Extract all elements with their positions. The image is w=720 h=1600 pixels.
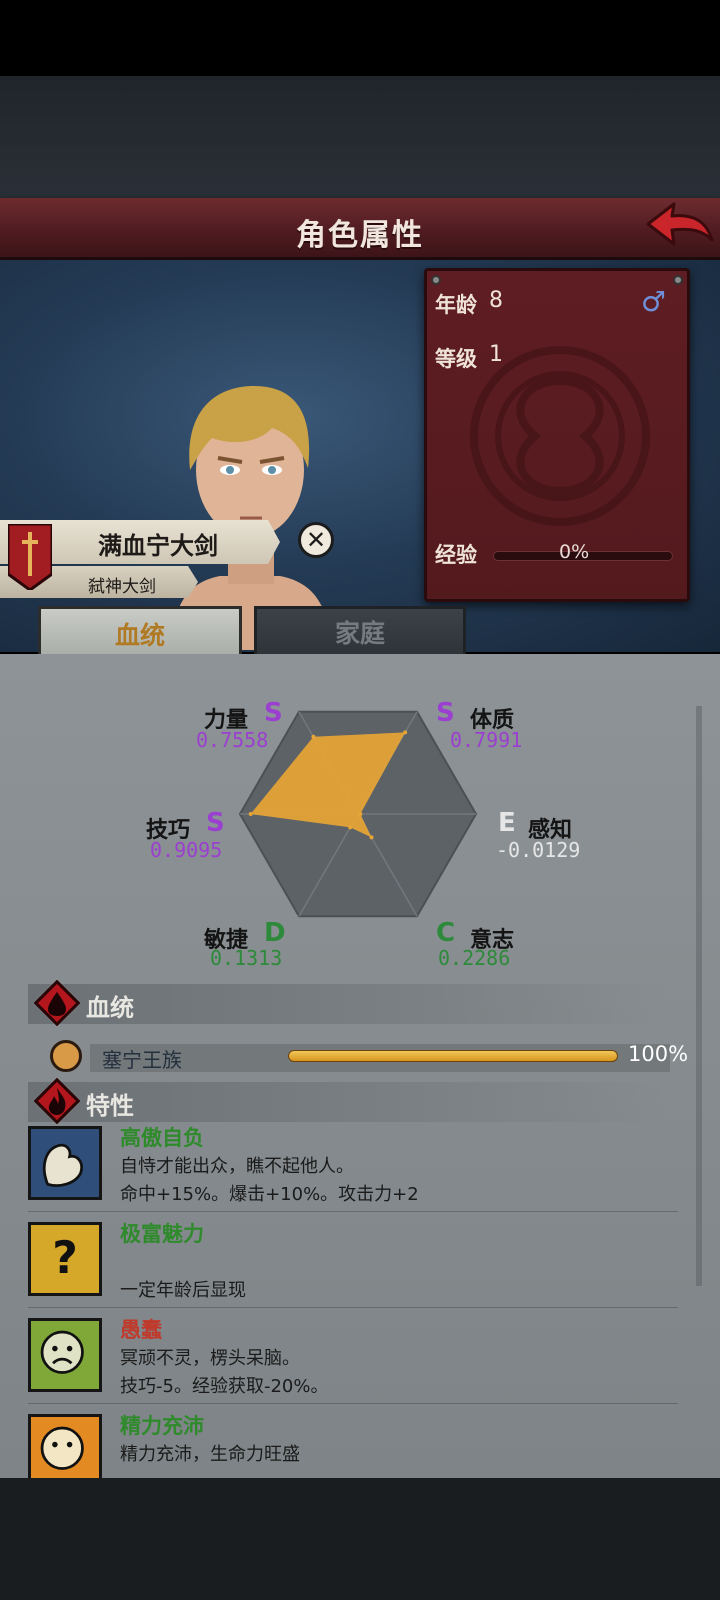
stat-value-agility: 0.1313 — [210, 946, 283, 970]
bloodline-progress-bar — [288, 1050, 618, 1062]
age-label: 年龄 — [435, 293, 477, 317]
stat-grade-willpower: C — [436, 918, 456, 948]
character-subtitle: 弑神大剑 — [88, 577, 156, 597]
tab-family[interactable]: 家庭 — [254, 606, 466, 658]
back-button[interactable] — [644, 200, 716, 254]
flexed-arm-icon — [28, 1126, 102, 1200]
character-portrait — [170, 386, 332, 650]
trait-description: 自恃才能出众，瞧不起他人。 — [120, 1156, 354, 1177]
attribute-radar-chart — [238, 710, 478, 918]
back-arrow-icon — [646, 202, 714, 246]
close-icon: ✕ — [305, 526, 327, 554]
trait-description: 冥顽不灵，楞头呆脑。 — [120, 1348, 300, 1369]
stat-value-constitution: 0.7991 — [450, 728, 523, 752]
radar-point-skill — [248, 812, 253, 816]
stat-grade-perception: E — [498, 808, 516, 838]
question-mark-icon: ? — [28, 1222, 102, 1296]
tab-bloodline[interactable]: 血统 — [38, 606, 242, 658]
stat-grade-skill: S — [206, 808, 225, 838]
trait-description: 精力充沛，生命力旺盛 — [120, 1444, 300, 1465]
sad-face-icon — [28, 1318, 102, 1392]
svg-text:?: ? — [52, 1233, 78, 1284]
scrollbar[interactable] — [696, 706, 702, 1286]
character-name: 满血宁大剑 — [98, 532, 218, 560]
page-title: 角色属性 — [296, 218, 424, 253]
trait-name: 愚蠢 — [120, 1318, 162, 1342]
trait-effect: 一定年龄后显现 — [120, 1280, 246, 1301]
stat-grade-constitution: S — [436, 698, 455, 728]
stat-value-perception: -0.0129 — [496, 838, 581, 862]
title-bar: 角色属性 — [0, 198, 720, 260]
exp-label: 经验 — [435, 543, 477, 567]
bloodline-section-header: 血统 — [28, 980, 668, 1026]
level-value: 1 — [489, 342, 503, 367]
bloodline-entry: 塞宁王族 100% — [50, 1038, 690, 1078]
navigation-bar — [0, 1478, 720, 1600]
character-info-panel: 年龄 8 ♂ 等级 1 经验 0% — [424, 268, 690, 602]
stat-value-strength: 0.7558 — [196, 728, 269, 752]
stat-value-skill: 0.9095 — [150, 838, 223, 862]
traits-section-header: 特性 — [28, 1078, 668, 1124]
traits-section-title: 特性 — [86, 1092, 134, 1120]
trait-name: 极富魅力 — [120, 1222, 204, 1246]
trait-effect: 命中+15%。爆击+10%。攻击力+2 — [120, 1184, 419, 1205]
blood-drop-icon — [34, 980, 80, 1026]
rivet — [431, 275, 441, 285]
celtic-knot-emblem — [470, 346, 650, 526]
trait-item[interactable]: ? 极富魅力 一定年龄后显现 — [28, 1214, 678, 1308]
trait-item[interactable]: 精力充沛 精力充沛，生命力旺盛 — [28, 1406, 678, 1478]
stat-grade-strength: S — [264, 698, 283, 728]
male-icon: ♂ — [641, 285, 667, 318]
stat-value-willpower: 0.2286 — [438, 946, 511, 970]
top-backdrop — [0, 76, 720, 198]
stat-grade-agility: D — [264, 918, 286, 948]
bloodline-section-title: 血统 — [86, 994, 134, 1022]
status-bar — [0, 0, 720, 76]
bloodline-name: 塞宁王族 — [102, 1048, 182, 1072]
age-value: 8 — [489, 288, 503, 313]
radar-point-willpower — [369, 835, 374, 840]
sword-crest-icon — [8, 524, 52, 590]
radar-point-constitution — [403, 730, 408, 735]
rivet — [673, 275, 683, 285]
trait-name: 精力充沛 — [120, 1414, 204, 1438]
radar-point-perception — [358, 812, 363, 816]
level-label: 等级 — [435, 347, 477, 371]
royal-emblem-icon — [50, 1040, 82, 1072]
trait-item[interactable]: 愚蠢 冥顽不灵，楞头呆脑。 技巧-5。经验获取-20%。 — [28, 1310, 678, 1404]
content-panel: 力量 S 0.7558 S 体质 0.7991 E 感知 -0.0129 C 意… — [0, 654, 720, 1478]
trait-effect: 技巧-5。经验获取-20%。 — [120, 1376, 329, 1397]
radar-point-agility — [348, 825, 353, 830]
bloodline-percent: 100% — [628, 1042, 689, 1066]
radar-point-strength — [311, 734, 316, 739]
sun-face-icon — [28, 1414, 102, 1478]
trait-name: 高傲自负 — [120, 1126, 204, 1150]
exp-value: 0% — [559, 541, 590, 563]
trait-item[interactable]: 高傲自负 自恃才能出众，瞧不起他人。 命中+15%。爆击+10%。攻击力+2 — [28, 1118, 678, 1212]
remove-title-button[interactable]: ✕ — [298, 522, 334, 558]
